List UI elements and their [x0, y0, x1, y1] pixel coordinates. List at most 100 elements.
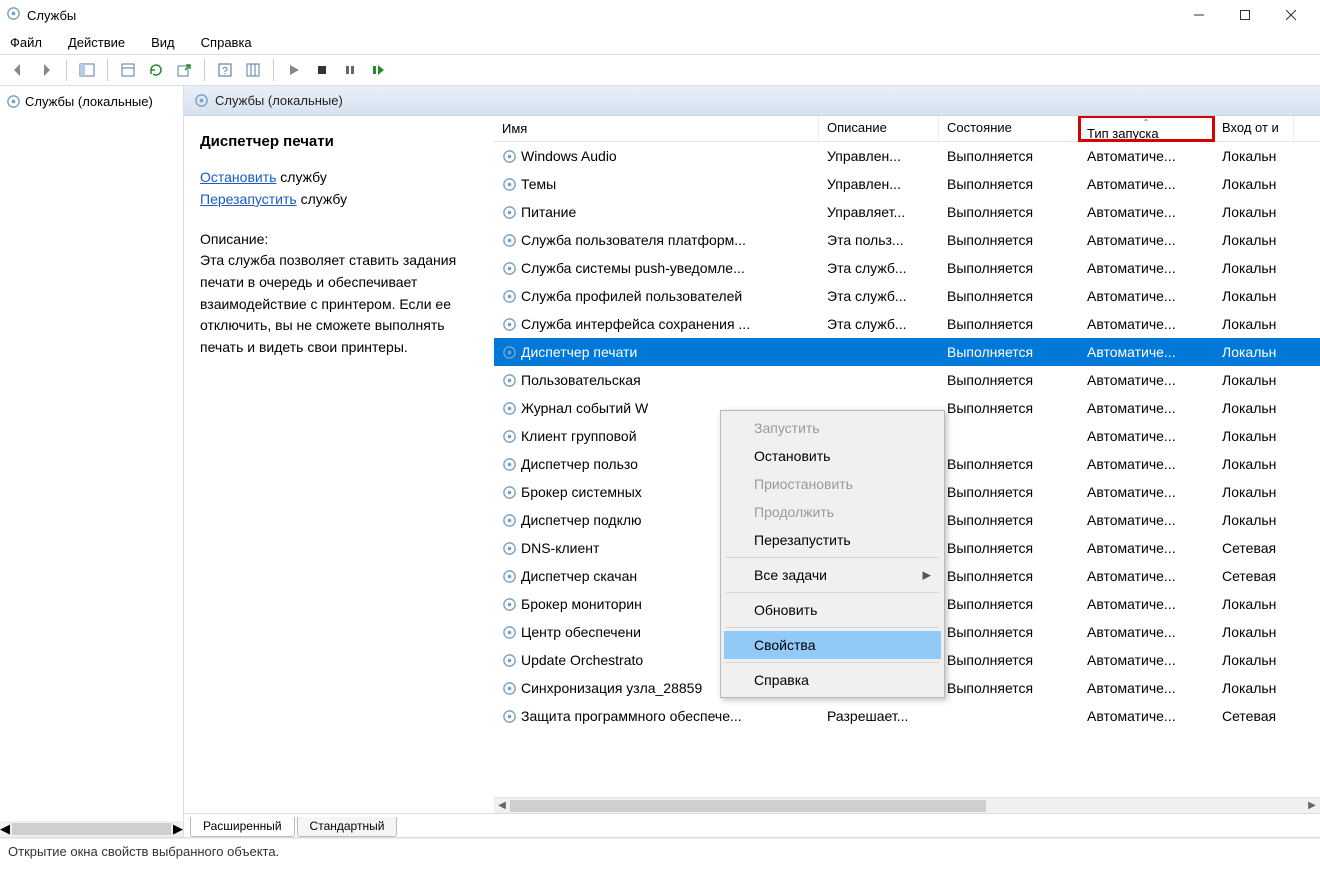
cell-startup: Автоматиче... [1079, 428, 1214, 444]
stop-service-link[interactable]: Остановить [200, 169, 276, 185]
gear-icon [502, 345, 517, 360]
menu-file[interactable]: Файл [6, 33, 46, 52]
maximize-button[interactable] [1222, 0, 1268, 30]
back-button[interactable] [6, 58, 30, 82]
toolbar-separator [204, 59, 205, 81]
service-row[interactable]: Служба профилей пользователейЭта служб..… [494, 282, 1320, 310]
cell-logon: Локальн [1214, 400, 1294, 416]
ctx-all-tasks[interactable]: Все задачи▶ [724, 561, 941, 589]
tree-sidebar: Службы (локальные) ◀ ▶ [0, 86, 184, 837]
ctx-restart[interactable]: Перезапустить [724, 526, 941, 554]
scroll-left-icon[interactable]: ◀ [0, 821, 10, 837]
col-header-name[interactable]: Имя [494, 116, 819, 141]
refresh-button[interactable] [144, 58, 168, 82]
cell-state: Выполняется [939, 204, 1079, 220]
cell-state: Выполняется [939, 176, 1079, 192]
scroll-right-icon[interactable]: ▶ [173, 821, 183, 837]
cell-state: Выполняется [939, 232, 1079, 248]
toolbar-separator [66, 59, 67, 81]
gear-icon [502, 317, 517, 332]
cell-logon: Локальн [1214, 372, 1294, 388]
tab-standard[interactable]: Стандартный [297, 817, 398, 837]
cell-desc: Эта польз... [819, 232, 939, 248]
menu-action[interactable]: Действие [64, 33, 129, 52]
cell-state: Выполняется [939, 596, 1079, 612]
service-row[interactable]: ПитаниеУправляет...ВыполняетсяАвтоматиче… [494, 198, 1320, 226]
close-button[interactable] [1268, 0, 1314, 30]
cell-state: Выполняется [939, 512, 1079, 528]
gear-icon [6, 94, 21, 109]
gear-icon [502, 541, 517, 556]
cell-logon: Локальн [1214, 260, 1294, 276]
gear-icon [502, 457, 517, 472]
cell-desc: Эта служб... [819, 316, 939, 332]
service-row[interactable]: Защита программного обеспече...Разрешает… [494, 702, 1320, 730]
service-row[interactable]: ТемыУправлен...ВыполняетсяАвтоматиче...Л… [494, 170, 1320, 198]
stop-service-button[interactable] [310, 58, 334, 82]
minimize-button[interactable] [1176, 0, 1222, 30]
show-hide-tree-button[interactable] [75, 58, 99, 82]
cell-startup: Автоматиче... [1079, 148, 1214, 164]
cell-state: Выполняется [939, 400, 1079, 416]
menu-help[interactable]: Справка [197, 33, 256, 52]
sidebar-scrollbar[interactable]: ◀ ▶ [0, 821, 183, 837]
ctx-help[interactable]: Справка [724, 666, 941, 694]
scroll-right-icon[interactable]: ▶ [1304, 798, 1320, 814]
panel-header: Службы (локальные) [184, 86, 1320, 116]
export-button[interactable] [172, 58, 196, 82]
gear-icon [502, 625, 517, 640]
restart-service-link[interactable]: Перезапустить [200, 191, 297, 207]
gear-icon [502, 261, 517, 276]
cell-logon: Локальн [1214, 428, 1294, 444]
forward-button[interactable] [34, 58, 58, 82]
toolbar-separator [107, 59, 108, 81]
cell-logon: Локальн [1214, 484, 1294, 500]
start-service-button[interactable] [282, 58, 306, 82]
properties-button[interactable] [116, 58, 140, 82]
list-hscrollbar[interactable]: ◀ ▶ [494, 797, 1320, 813]
cell-logon: Локальн [1214, 204, 1294, 220]
cell-name: Диспетчер печати [494, 344, 819, 360]
cell-state: Выполняется [939, 568, 1079, 584]
col-header-description[interactable]: Описание [819, 116, 939, 141]
app-gear-icon [6, 6, 21, 24]
scroll-left-icon[interactable]: ◀ [494, 798, 510, 814]
scroll-track[interactable] [510, 798, 1304, 814]
menu-bar: Файл Действие Вид Справка [0, 30, 1320, 54]
col-header-startup-type[interactable]: ⌃ Тип запуска [1079, 116, 1214, 141]
cell-logon: Сетевая [1214, 708, 1294, 724]
ctx-properties[interactable]: Свойства [724, 631, 941, 659]
cell-logon: Локальн [1214, 316, 1294, 332]
content-area: Службы (локальные) ◀ ▶ Службы (локальные… [0, 86, 1320, 838]
service-row[interactable]: ПользовательскаяВыполняетсяАвтоматиче...… [494, 366, 1320, 394]
service-row[interactable]: Служба системы push-уведомле...Эта служб… [494, 254, 1320, 282]
ctx-stop[interactable]: Остановить [724, 442, 941, 470]
cell-desc: Эта служб... [819, 288, 939, 304]
tree-node-services-local[interactable]: Службы (локальные) [4, 92, 179, 111]
scroll-thumb[interactable] [12, 823, 171, 835]
tab-extended[interactable]: Расширенный [190, 817, 295, 837]
help-button[interactable]: ? [213, 58, 237, 82]
menu-view[interactable]: Вид [147, 33, 179, 52]
scroll-thumb[interactable] [510, 800, 986, 812]
show-columns-button[interactable] [241, 58, 265, 82]
cell-state: Выполняется [939, 372, 1079, 388]
service-row[interactable]: Служба пользователя платформ...Эта польз… [494, 226, 1320, 254]
description-text: Эта служба позволяет ставить задания печ… [200, 250, 478, 358]
col-header-logon[interactable]: Вход от и [1214, 116, 1294, 141]
ctx-divider [726, 662, 939, 663]
pause-service-button[interactable] [338, 58, 362, 82]
cell-logon: Локальн [1214, 148, 1294, 164]
service-row[interactable]: Диспетчер печатиВыполняетсяАвтоматиче...… [494, 338, 1320, 366]
column-headers: Имя Описание Состояние ⌃ Тип запуска Вхо… [494, 116, 1320, 142]
cell-logon: Сетевая [1214, 540, 1294, 556]
service-row[interactable]: Windows AudioУправлен...ВыполняетсяАвтом… [494, 142, 1320, 170]
gear-icon [502, 597, 517, 612]
cell-startup: Автоматиче... [1079, 316, 1214, 332]
col-header-state[interactable]: Состояние [939, 116, 1079, 141]
cell-desc: Разрешает... [819, 708, 939, 724]
cell-logon: Локальн [1214, 456, 1294, 472]
restart-service-button[interactable] [366, 58, 390, 82]
service-row[interactable]: Служба интерфейса сохранения ...Эта служ… [494, 310, 1320, 338]
ctx-refresh[interactable]: Обновить [724, 596, 941, 624]
